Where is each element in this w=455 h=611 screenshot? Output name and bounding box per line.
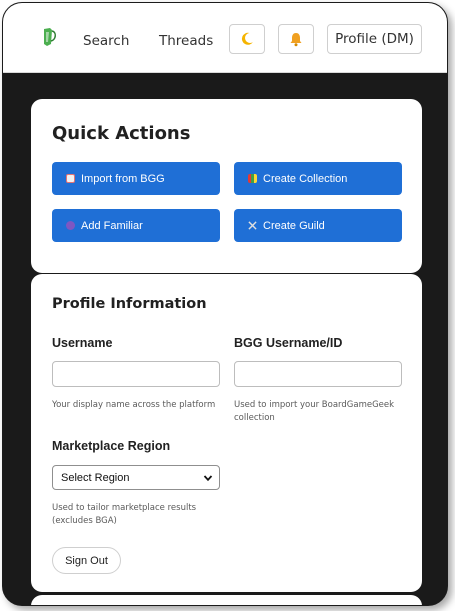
nav-search-link[interactable]: Search bbox=[83, 33, 129, 49]
familiar-icon bbox=[66, 221, 75, 230]
collection-icon bbox=[248, 174, 257, 183]
quick-actions-card: Quick Actions Import from BGG Create Col… bbox=[31, 99, 422, 273]
create-collection-label: Create Collection bbox=[263, 172, 348, 185]
add-familiar-button[interactable]: Add Familiar bbox=[52, 209, 220, 242]
chevron-down-icon bbox=[203, 475, 213, 482]
bgg-username-label: BGG Username/ID bbox=[234, 336, 343, 350]
bgg-username-help-text: Used to import your BoardGameGeek collec… bbox=[234, 400, 395, 423]
region-selected-value: Select Region bbox=[61, 471, 130, 484]
bgg-username-input[interactable] bbox=[234, 361, 402, 387]
username-help-text: Your display name across the platform bbox=[52, 400, 216, 410]
profile-information-title: Profile Information bbox=[52, 296, 207, 312]
app-window: Search Threads Profile (DM) Quick Action… bbox=[2, 2, 448, 606]
profile-information-card: Profile Information Username Your displa… bbox=[31, 274, 422, 592]
theme-toggle-button[interactable] bbox=[229, 24, 265, 54]
bell-icon bbox=[290, 32, 302, 46]
username-label: Username bbox=[52, 336, 113, 350]
import-icon bbox=[66, 174, 75, 183]
username-input[interactable] bbox=[52, 361, 220, 387]
guild-icon bbox=[248, 221, 257, 230]
import-from-bgg-label: Import from BGG bbox=[81, 172, 165, 185]
nav-threads-link[interactable]: Threads bbox=[159, 33, 213, 49]
marketplace-region-help-text: Used to tailor marketplace results (excl… bbox=[52, 503, 197, 526]
sign-out-button[interactable]: Sign Out bbox=[52, 547, 121, 574]
create-guild-button[interactable]: Create Guild bbox=[234, 209, 402, 242]
marketplace-region-select[interactable]: Select Region bbox=[52, 465, 220, 490]
top-navigation-bar: Search Threads Profile (DM) bbox=[3, 3, 447, 73]
marketplace-region-label: Marketplace Region bbox=[52, 439, 171, 453]
create-guild-label: Create Guild bbox=[263, 219, 325, 232]
import-from-bgg-button[interactable]: Import from BGG bbox=[52, 162, 220, 195]
notifications-button[interactable] bbox=[278, 24, 314, 54]
next-section-card bbox=[31, 595, 422, 605]
quick-actions-title: Quick Actions bbox=[52, 123, 191, 144]
crescent-moon-icon bbox=[241, 32, 253, 45]
app-logo-icon[interactable] bbox=[41, 27, 57, 47]
add-familiar-label: Add Familiar bbox=[81, 219, 143, 232]
create-collection-button[interactable]: Create Collection bbox=[234, 162, 402, 195]
profile-button[interactable]: Profile (DM) bbox=[327, 24, 422, 54]
